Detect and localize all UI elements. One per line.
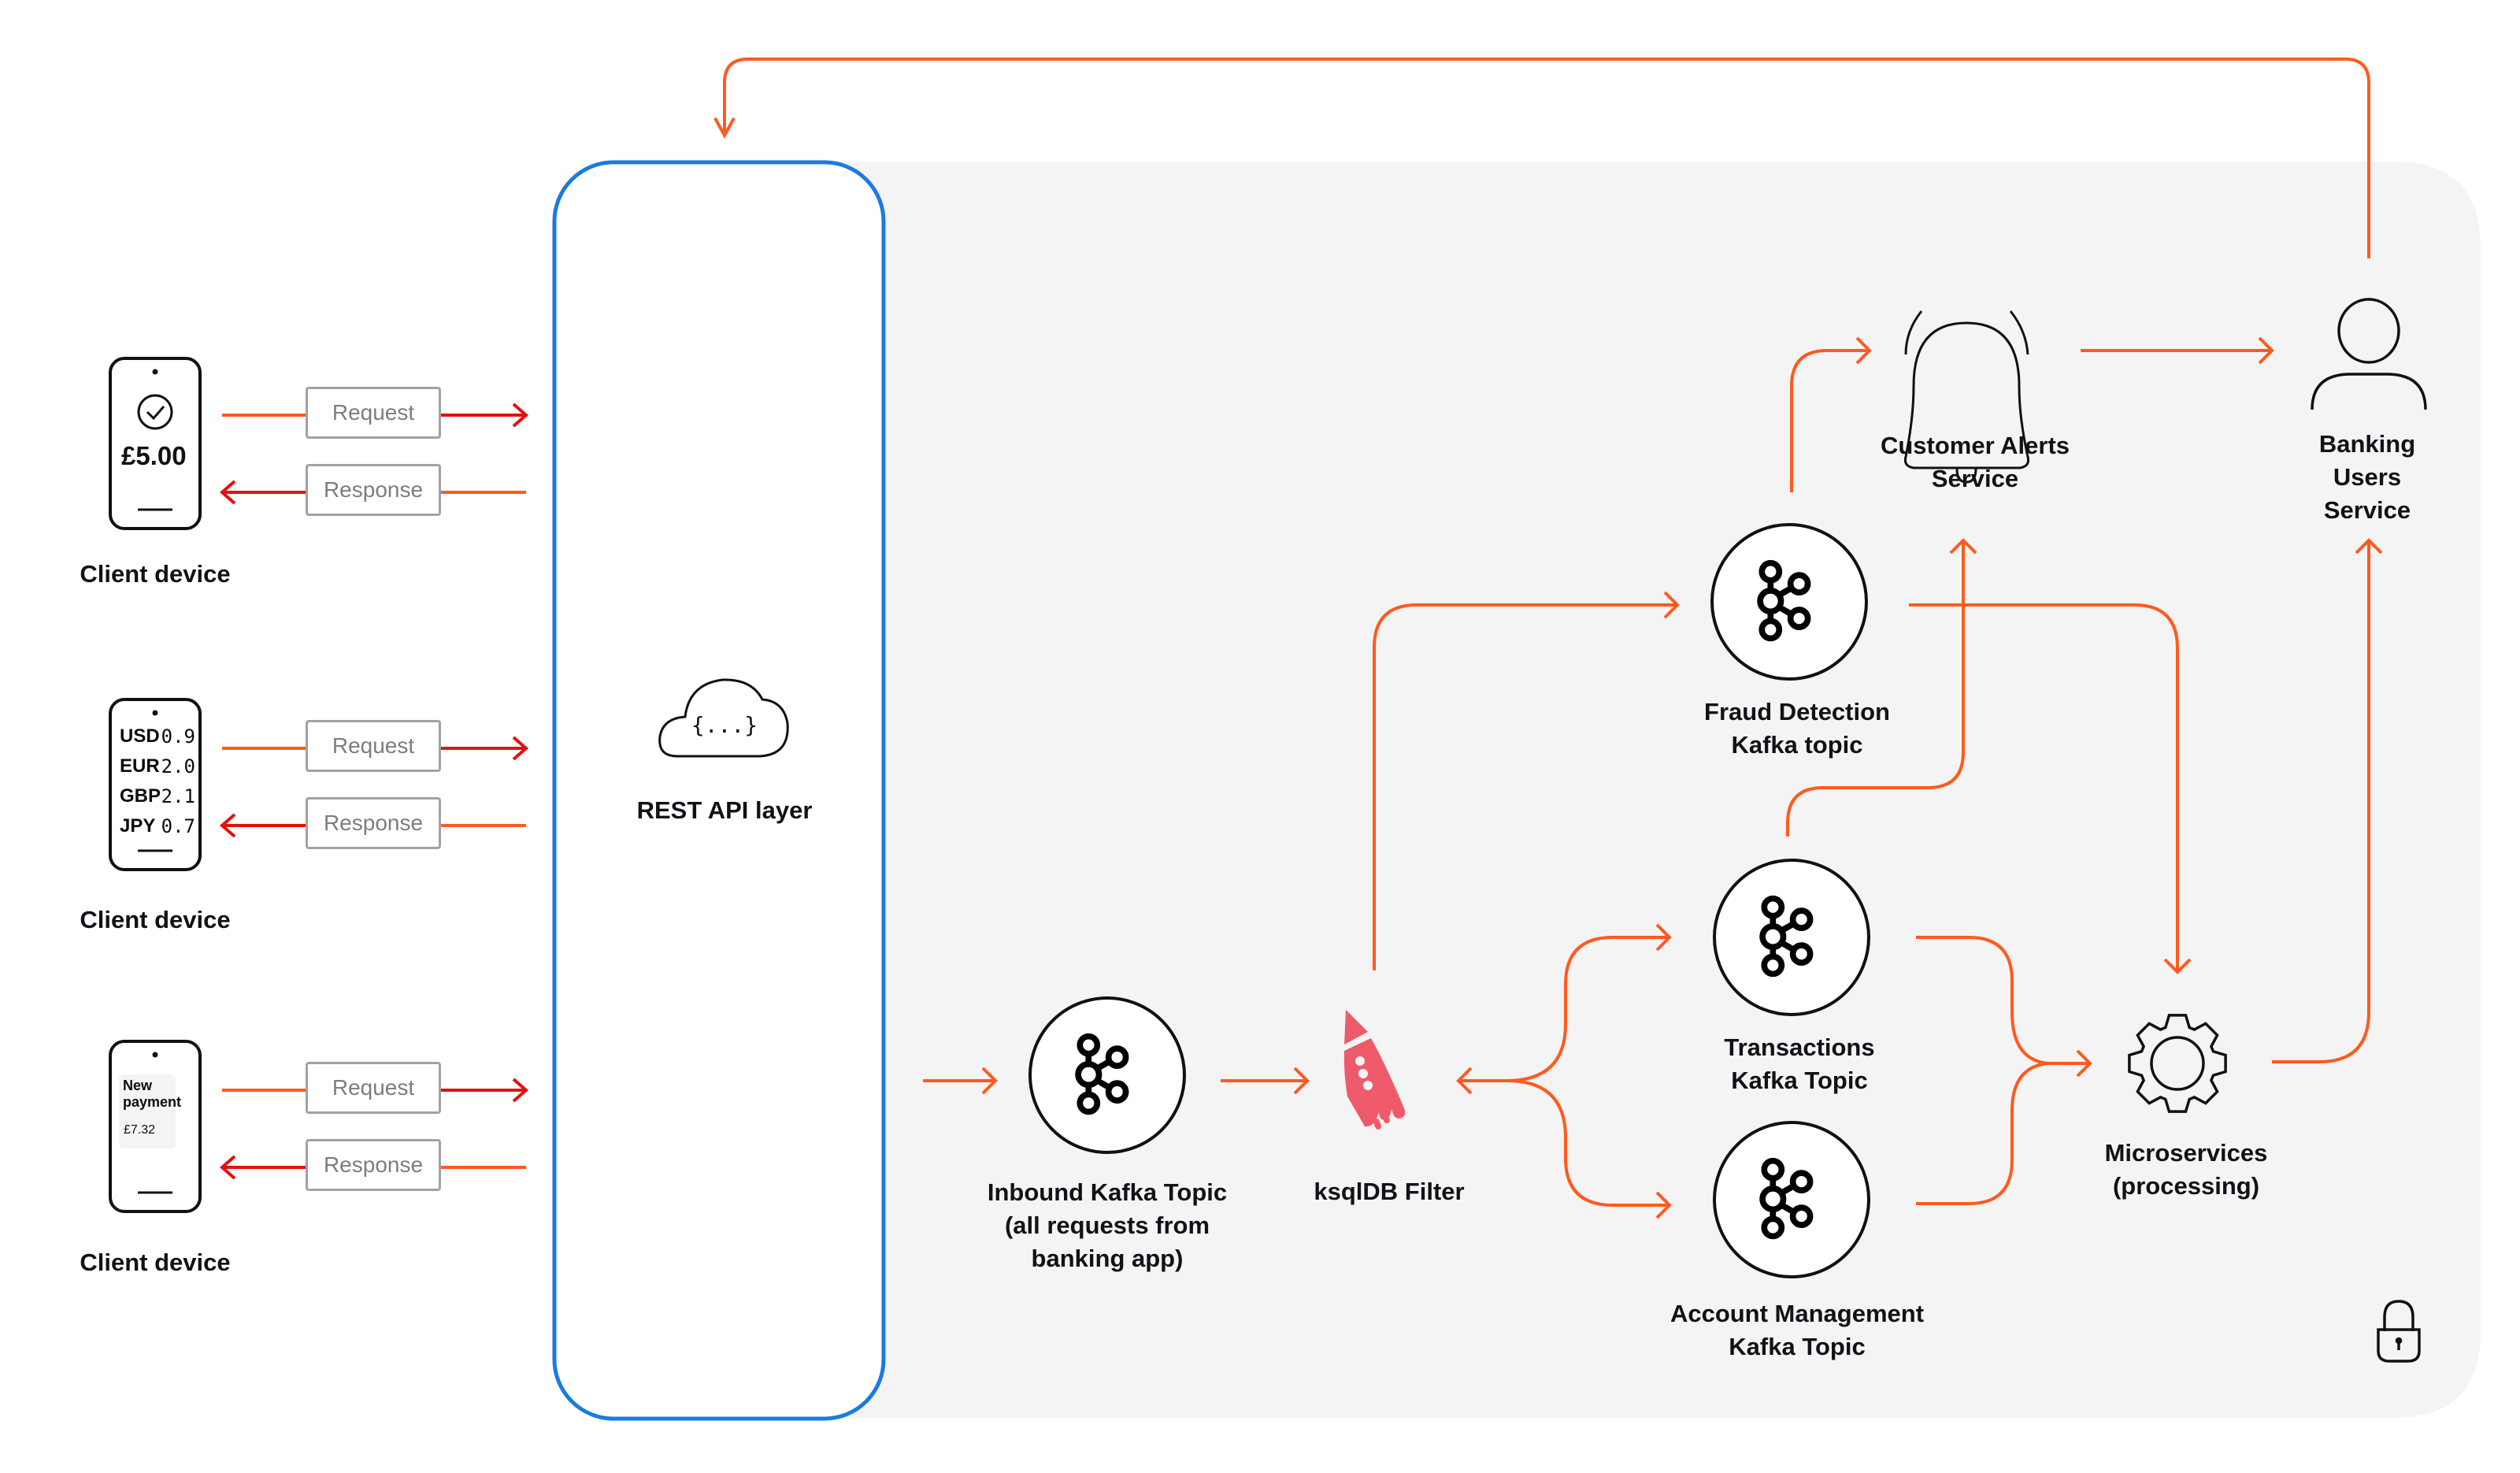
rate-currency: JPY: [120, 815, 156, 837]
phone-3-card: New payment £7.32: [119, 1074, 182, 1148]
rest-api-label: REST API layer: [636, 796, 813, 824]
phone-2-rates: USD 0.9 EUR 2.0 GBP 2.1 JPY 0.7: [120, 722, 195, 841]
svg-text:{...}: {...}: [691, 712, 758, 738]
response-box-3[interactable]: Response: [306, 1139, 441, 1191]
request-box-2[interactable]: Request: [306, 720, 441, 772]
rate-currency: EUR: [120, 755, 160, 777]
transactions-topic-label: Transactions Kafka Topic: [1724, 1033, 1875, 1094]
rest-api-layer-box[interactable]: [552, 160, 886, 1421]
phone-1-amount: £5.00: [121, 441, 187, 470]
inbound-topic-node[interactable]: [1028, 996, 1186, 1154]
new-payment-amount: £7.32: [124, 1123, 156, 1137]
request-box-1[interactable]: Request: [306, 387, 441, 439]
client-device-label-1: Client device: [80, 560, 231, 588]
request-box-3[interactable]: Request: [306, 1062, 441, 1114]
rate-value: 2.1: [161, 785, 195, 807]
microservices-label: Microservices (processing): [2104, 1139, 2268, 1200]
inbound-topic-label: Inbound Kafka Topic (all requests from b…: [987, 1178, 1228, 1272]
client-device-label-2: Client device: [80, 906, 231, 933]
account-topic-node[interactable]: [1713, 1121, 1870, 1278]
users-service-label: Banking Users Service: [2318, 430, 2416, 524]
response-box-2[interactable]: Response: [306, 797, 441, 849]
rate-value: 2.0: [161, 755, 195, 777]
client-device-label-3: Client device: [80, 1249, 231, 1276]
new-payment-title: New payment: [123, 1078, 182, 1110]
fraud-topic-label: Fraud Detection Kafka topic: [1704, 698, 1890, 759]
alerts-service-label: Customer Alerts Service: [1880, 432, 2070, 492]
account-topic-label: Account Management Kafka Topic: [1670, 1300, 1925, 1360]
transactions-topic-node[interactable]: [1713, 859, 1870, 1016]
rate-value: 0.9: [161, 725, 195, 748]
rate-currency: USD: [120, 725, 160, 747]
ksqldb-filter-label: ksqlDB Filter: [1314, 1178, 1465, 1205]
response-box-1[interactable]: Response: [306, 464, 441, 516]
fraud-topic-node[interactable]: [1710, 523, 1868, 681]
rate-value: 0.7: [161, 815, 195, 837]
rate-currency: GBP: [120, 785, 161, 807]
